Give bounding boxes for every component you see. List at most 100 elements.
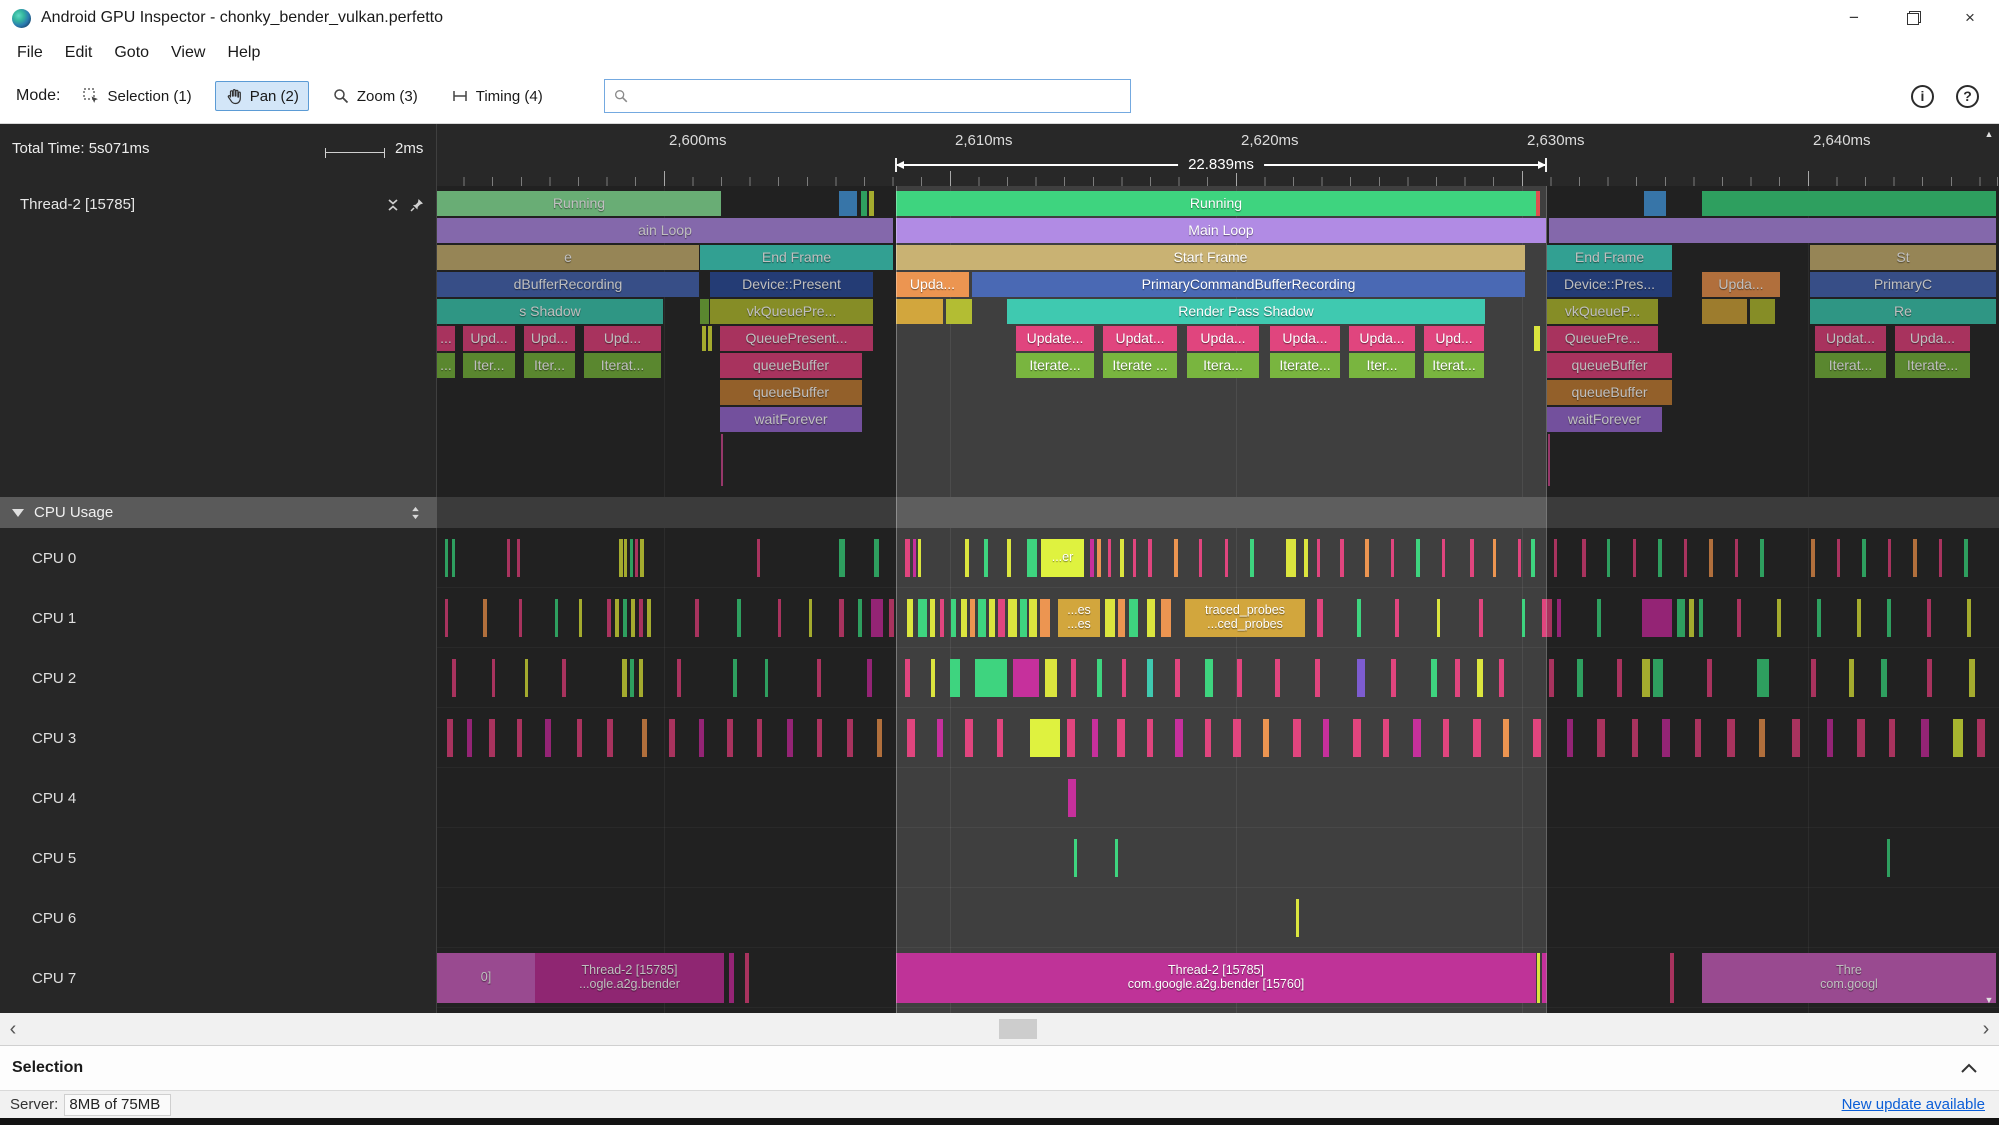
timeline-slice[interactable] [965,539,969,577]
timeline-slice[interactable]: Iter... [524,353,575,378]
menu-edit[interactable]: Edit [54,44,104,62]
timeline-slice[interactable] [1702,191,1996,216]
timeline-slice[interactable] [1315,659,1320,697]
menu-help[interactable]: Help [216,44,271,62]
timeline-slice[interactable] [1757,659,1769,697]
timeline-slice[interactable] [1431,659,1437,697]
menu-goto[interactable]: Goto [103,44,160,62]
timeline-slice[interactable] [1161,599,1171,637]
timeline-slice[interactable] [729,953,734,1003]
timeline-slice[interactable] [918,539,921,577]
timeline-slice[interactable]: Running [437,191,721,216]
timeline-slice[interactable]: Iter... [1349,353,1415,378]
timeline-slice[interactable]: queueBuffer [720,353,862,378]
timeline-slice[interactable] [1964,539,1968,577]
timeline-slice[interactable] [1642,659,1650,697]
timeline-slice[interactable] [1617,659,1622,697]
timeline-slice[interactable] [1817,599,1821,637]
timeline-slice[interactable]: Updat... [1815,326,1886,351]
timeline-slice[interactable] [607,719,613,757]
timeline-slice[interactable] [630,659,634,697]
timeline-slice[interactable]: Upd... [584,326,661,351]
timeline-slice[interactable] [931,659,935,697]
timeline-slice[interactable]: QueuePresent... [720,326,873,351]
timeline-slice[interactable] [639,599,643,637]
timeline-slice[interactable] [889,599,894,637]
timeline-slice[interactable] [507,539,510,577]
timeline-slice[interactable] [1443,719,1449,757]
timeline-slice[interactable] [1040,599,1050,637]
timeline-slice[interactable] [1503,719,1509,757]
timeline-slice[interactable] [1522,599,1525,637]
timeline-slice[interactable] [745,953,749,1003]
timeline-slice[interactable] [861,191,867,216]
timeline-slice[interactable] [975,659,1007,697]
timeline-slice[interactable] [1237,659,1242,697]
timeline-slice[interactable]: End Frame [1547,245,1672,270]
thread-track-header[interactable]: Thread-2 [15785] [0,191,437,218]
timeline-slice[interactable] [1849,659,1854,697]
timeline-slice[interactable] [1658,539,1662,577]
chevron-up-icon[interactable] [1959,1061,1979,1075]
timeline-slice[interactable] [1122,659,1126,697]
timeline-slice[interactable] [1557,599,1561,637]
timeline-slice[interactable] [984,539,988,577]
timeline-slice[interactable] [695,599,699,637]
timeline-slice[interactable] [1707,659,1712,697]
timeline-slice[interactable]: Iterate... [1895,353,1970,378]
timeline-slice[interactable] [452,659,456,697]
timeline-slice[interactable] [1105,599,1115,637]
timeline-slice[interactable] [1887,839,1890,877]
timeline-slice[interactable]: dBufferRecording [437,272,699,297]
timeline-slice[interactable] [1473,719,1481,757]
timeline-slice[interactable] [839,191,857,216]
timeline-slice[interactable] [1477,659,1483,697]
timeline-slice[interactable] [737,599,741,637]
timeline-slice[interactable] [907,599,913,637]
timeline-slice[interactable]: vkQueueP... [1547,299,1658,324]
timeline-slice[interactable] [1118,599,1125,637]
timeline-slice[interactable]: queueBuffer [1547,380,1672,405]
timeline-slice[interactable] [1479,599,1483,637]
timeline-slice[interactable] [1097,539,1101,577]
scrollbar-thumb[interactable] [999,1019,1037,1039]
timeline-slice[interactable] [619,539,623,577]
timeline-slice[interactable] [1090,539,1094,577]
timeline-slice[interactable] [447,719,453,757]
timeline-slice[interactable] [1175,659,1180,697]
timeline-slice[interactable] [623,599,627,637]
scroll-down-icon[interactable]: ▼ [1985,995,1994,1005]
timeline-slice[interactable] [727,719,733,757]
timeline-slice[interactable] [918,599,927,637]
timeline-slice[interactable] [1689,599,1694,637]
timeline-slice[interactable] [579,599,582,637]
timeline-slice[interactable] [1147,719,1153,757]
timeline-slice[interactable] [1108,539,1111,577]
timeline-slice[interactable] [615,599,619,637]
timeline-slice[interactable] [970,599,975,637]
mode-timing-button[interactable]: Timing (4) [441,81,553,111]
timeline-slice[interactable] [867,659,872,697]
timeline-slice[interactable] [817,659,821,697]
timeline-slice[interactable]: Itera... [1187,353,1259,378]
horizontal-scrollbar[interactable]: ‹ › [0,1013,1999,1045]
collapse-icon[interactable] [385,197,401,213]
timeline-slice[interactable] [1811,659,1816,697]
timeline-slice[interactable] [1391,659,1396,697]
timeline-slice[interactable]: Upda... [1895,326,1970,351]
timeline-slice[interactable]: ain Loop [437,218,893,243]
timeline-slice[interactable] [1092,719,1098,757]
timeline-slice[interactable] [871,599,883,637]
timeline-slice[interactable] [778,599,781,637]
vertical-scrollbar[interactable]: ▲ ▼ [1979,124,1999,1013]
timeline-slice[interactable]: traced_probes ...ced_probes [1185,599,1305,637]
timeline-slice[interactable] [1737,599,1741,637]
timeline-slice[interactable] [858,599,862,637]
timeline-slice[interactable]: Device::Present [710,272,873,297]
timeline-slice[interactable] [489,719,495,757]
timeline-slice[interactable] [677,659,681,697]
timeline-slice[interactable] [1857,719,1865,757]
timeline-slice[interactable]: Device::Pres... [1547,272,1672,297]
timeline-slice[interactable]: Iterat... [1815,353,1886,378]
timeline-slice[interactable]: St [1810,245,1996,270]
